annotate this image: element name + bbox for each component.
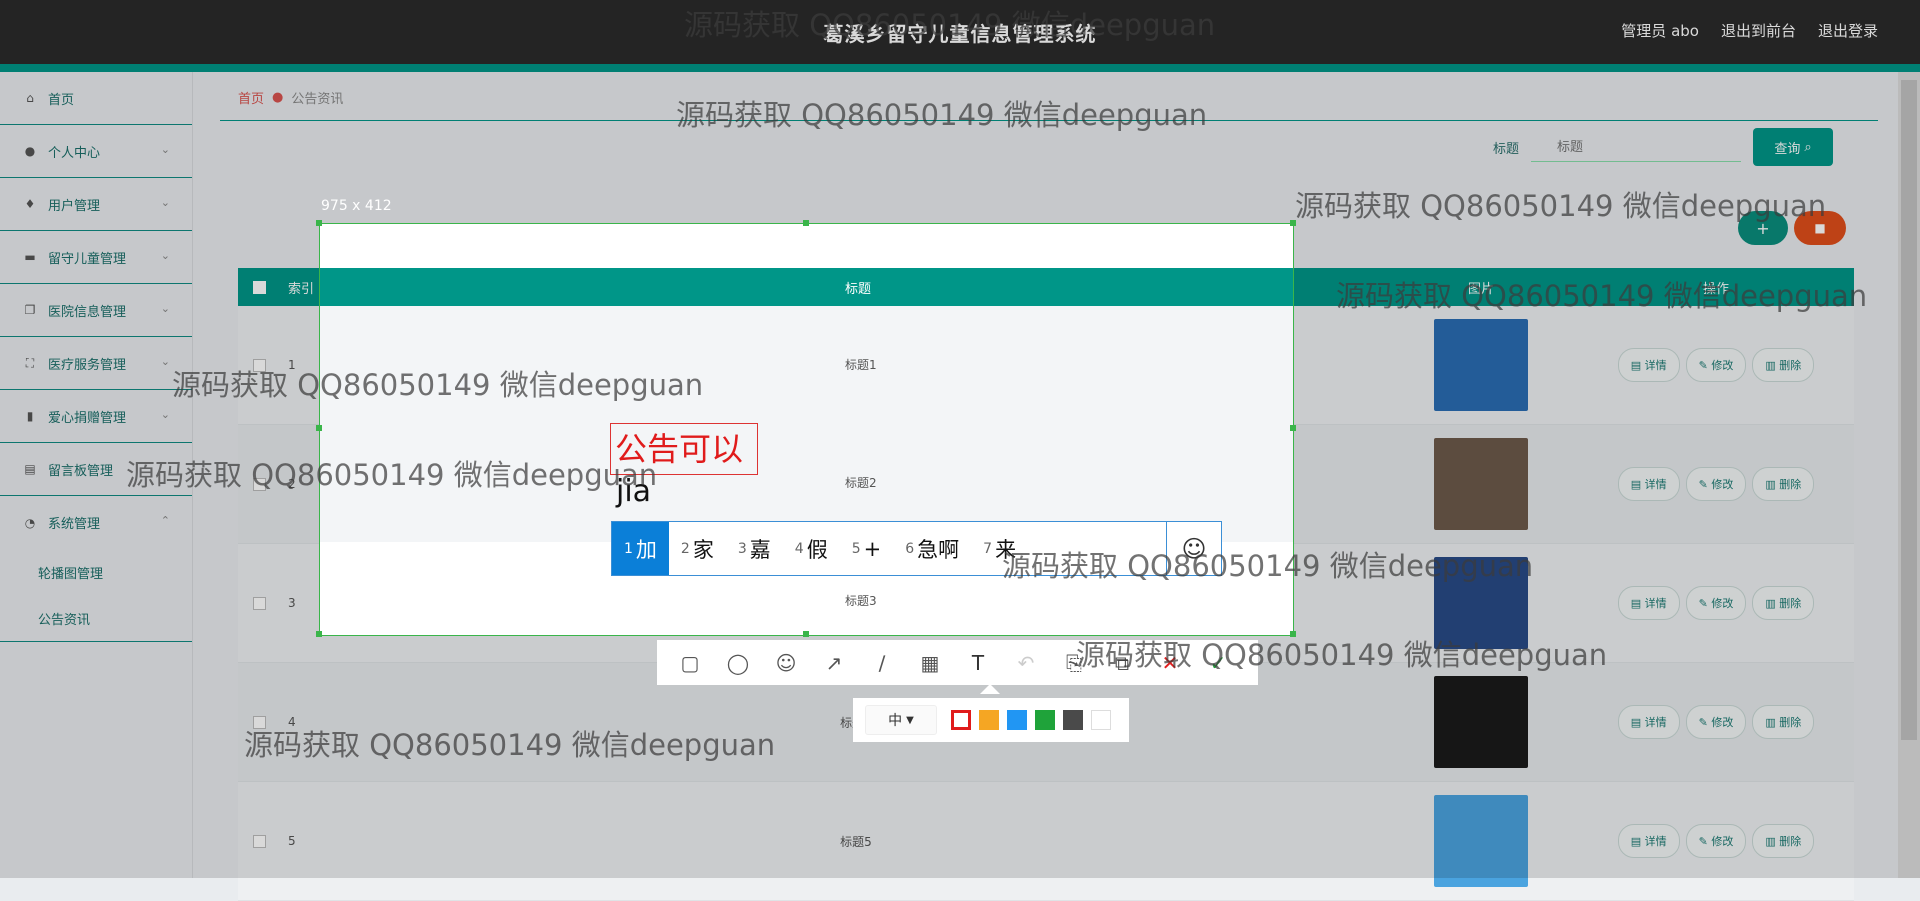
color-swatch-orange[interactable]	[979, 710, 999, 730]
resize-handle[interactable]	[803, 220, 809, 226]
watermark-text: 源码获取 QQ86050149 微信deepguan	[1336, 279, 1868, 313]
watermark-text: 源码获取 QQ86050149 微信deepguan	[1076, 638, 1608, 672]
candidate-text: 急啊	[917, 537, 960, 562]
ime-candidate[interactable]: 5 +	[840, 522, 894, 575]
emoji-tool-icon[interactable]: ☺	[763, 640, 809, 685]
caret-down-icon: ▼	[906, 714, 914, 726]
candidate-number: 6	[905, 540, 915, 557]
watermark-text: 源码获取 QQ86050149 微信deepguan	[172, 368, 704, 402]
ime-candidate[interactable]: 4假	[783, 522, 840, 575]
watermark-text: 源码获取 QQ86050149 微信deepguan	[684, 8, 1216, 42]
toolbar-caret	[980, 684, 1000, 694]
candidate-text: 假	[806, 537, 828, 562]
candidate-number: 2	[680, 540, 690, 557]
resize-handle[interactable]	[803, 631, 809, 637]
color-swatch-white[interactable]	[1091, 710, 1111, 730]
color-swatch-blue[interactable]	[1007, 710, 1027, 730]
resize-handle[interactable]	[316, 425, 322, 431]
candidate-number: 7	[983, 540, 993, 557]
capture-row-title: 标题3	[845, 594, 877, 608]
watermark-text: 源码获取 QQ86050149 微信deepguan	[1002, 549, 1534, 583]
watermark-text: 源码获取 QQ86050149 微信deepguan	[244, 728, 776, 762]
ellipse-tool-icon[interactable]: ◯	[715, 640, 761, 685]
candidate-number: 3	[737, 540, 747, 557]
pen-tool-icon[interactable]: ∕	[859, 640, 905, 685]
watermark-text: 源码获取 QQ86050149 微信deepguan	[1295, 189, 1827, 223]
ime-candidate[interactable]: 2家	[669, 522, 726, 575]
candidate-text: +	[863, 536, 882, 561]
undo-icon[interactable]: ↶	[1003, 640, 1049, 685]
mosaic-tool-icon[interactable]: ▦	[907, 640, 953, 685]
color-swatch-gray[interactable]	[1063, 710, 1083, 730]
candidate-text: 加	[635, 537, 657, 562]
candidate-number: 1	[624, 540, 633, 557]
resize-handle[interactable]	[316, 220, 322, 226]
ime-candidate[interactable]: 6 急啊	[893, 522, 971, 575]
font-size-select[interactable]: 中 ▼	[865, 705, 937, 735]
candidate-text: 嘉	[749, 537, 771, 562]
candidate-number: 4	[794, 540, 804, 557]
color-swatch-green[interactable]	[1035, 710, 1055, 730]
watermark-text: 源码获取 QQ86050149 微信deepguan	[126, 458, 658, 492]
text-style-bar: 中 ▼	[853, 698, 1129, 742]
candidate-number: 5	[851, 540, 861, 557]
capture-size-label: 975 x 412	[321, 198, 392, 214]
resize-handle[interactable]	[1290, 425, 1296, 431]
rectangle-tool-icon[interactable]: ▢	[667, 640, 713, 685]
ime-candidate[interactable]: 1加	[612, 522, 669, 575]
capture-table-header: 标题	[320, 268, 1293, 306]
watermark-text: 源码获取 QQ86050149 微信deepguan	[676, 98, 1208, 132]
color-swatch-red[interactable]	[951, 710, 971, 730]
capture-header-title: 标题	[845, 282, 872, 297]
font-size-value: 中	[888, 713, 903, 729]
capture-row-title: 标题1	[845, 358, 877, 372]
resize-handle[interactable]	[316, 631, 322, 637]
text-tool-icon[interactable]: T	[955, 640, 1001, 685]
ime-candidate[interactable]: 3嘉	[726, 522, 783, 575]
candidate-text: 家	[692, 537, 714, 562]
arrow-tool-icon[interactable]: ↗	[811, 640, 857, 685]
capture-row-title: 标题2	[845, 476, 877, 490]
